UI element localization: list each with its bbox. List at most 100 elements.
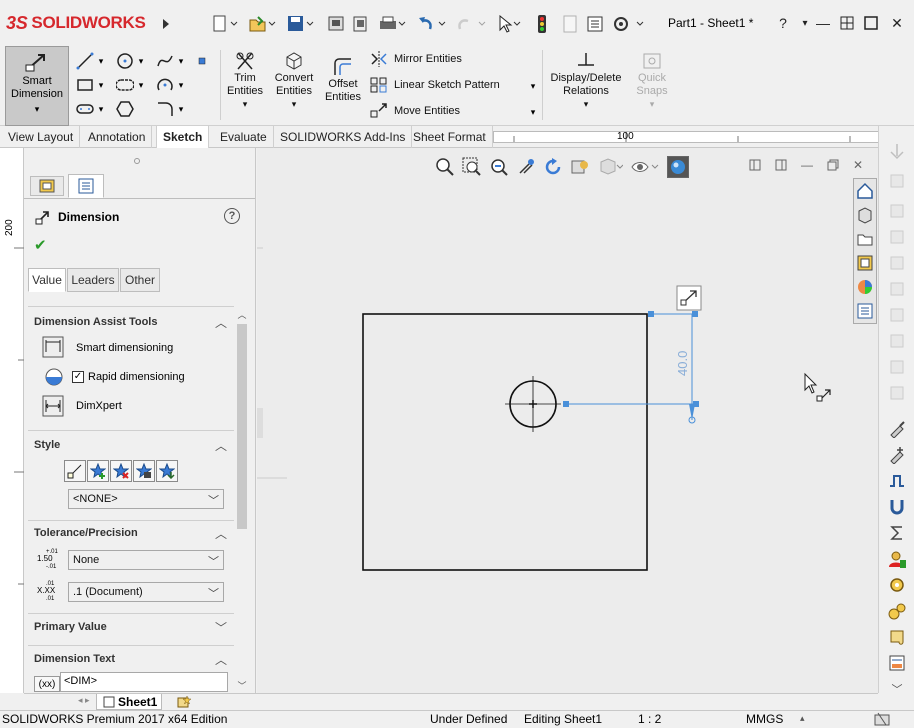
sigma-icon[interactable] bbox=[886, 522, 908, 544]
scroll-down-icon[interactable]: ﹀ bbox=[236, 679, 248, 693]
linear-pattern-dropdown-icon[interactable]: ▾ bbox=[528, 77, 538, 95]
view-palette-icon[interactable] bbox=[854, 251, 876, 275]
units-dropdown-icon[interactable]: ▴ bbox=[800, 713, 805, 724]
sheet-nav-arrows[interactable]: ◂ ▸ bbox=[78, 695, 90, 706]
collapse-chevron-icon[interactable]: ︿ bbox=[214, 652, 228, 667]
quick-snaps-button[interactable]: Quick Snaps ▾ bbox=[630, 50, 674, 111]
convert-dropdown-icon[interactable]: ▾ bbox=[292, 98, 297, 111]
dimxpert-option[interactable]: DimXpert bbox=[76, 400, 122, 412]
view-cube-icon[interactable] bbox=[886, 304, 908, 326]
close-button[interactable]: ✕ bbox=[886, 12, 908, 34]
open-document-icon[interactable] bbox=[246, 13, 278, 35]
save-style-icon[interactable] bbox=[133, 460, 155, 482]
help-circle-icon[interactable]: ? bbox=[224, 208, 240, 224]
linear-sketch-pattern-button[interactable]: Linear Sketch Pattern bbox=[370, 77, 500, 93]
mirror-entities-button[interactable]: Mirror Entities bbox=[370, 51, 462, 67]
anchor-icon[interactable] bbox=[886, 140, 908, 162]
arc-icon[interactable] bbox=[156, 76, 174, 94]
straight-slot-dropdown-icon[interactable]: ▾ bbox=[96, 100, 106, 118]
undo-icon[interactable] bbox=[414, 13, 448, 35]
primary-value-header[interactable]: Primary Value bbox=[34, 618, 234, 636]
line-dropdown-icon[interactable]: ▾ bbox=[96, 52, 106, 70]
rebuild-traffic-light-icon[interactable] bbox=[534, 13, 550, 35]
grip-handle[interactable] bbox=[563, 401, 569, 407]
move-entities-button[interactable]: Move Entities bbox=[370, 103, 460, 119]
scroll-paper-icon[interactable] bbox=[886, 626, 908, 648]
precision-select[interactable]: .1 (Document) ﹀ bbox=[68, 582, 224, 602]
zoom-to-fit-icon[interactable] bbox=[435, 157, 455, 177]
dimension-text-header[interactable]: Dimension Text bbox=[34, 650, 234, 668]
collapse-chevron-icon[interactable]: ︿ bbox=[214, 315, 228, 330]
custom-properties-icon[interactable] bbox=[854, 299, 876, 323]
relations-dropdown-icon[interactable]: ▾ bbox=[584, 98, 589, 111]
property-manager-tab[interactable] bbox=[68, 174, 104, 198]
view-cube-icon[interactable] bbox=[886, 382, 908, 404]
minimize-button[interactable]: — bbox=[812, 12, 834, 34]
new-document-icon[interactable] bbox=[210, 13, 240, 35]
gear-tools-icon[interactable] bbox=[886, 574, 908, 596]
tab-view-layout[interactable]: View Layout bbox=[2, 126, 81, 148]
spline-icon[interactable] bbox=[156, 52, 174, 70]
slot-icon[interactable] bbox=[116, 76, 134, 94]
dimension-value-text[interactable]: 40.0 bbox=[675, 351, 690, 376]
view-cube-icon[interactable] bbox=[886, 356, 908, 378]
restore-button[interactable] bbox=[836, 12, 858, 34]
convert-entities-button[interactable]: Convert Entities ▾ bbox=[270, 50, 318, 111]
slot-dropdown-icon[interactable]: ▾ bbox=[136, 76, 146, 94]
straight-slot-icon[interactable] bbox=[76, 100, 94, 118]
sheet-tab-sheet1[interactable]: Sheet1 bbox=[96, 694, 162, 710]
dimension-text-symbol-icon[interactable]: (xx) bbox=[34, 676, 60, 692]
redo-icon[interactable] bbox=[454, 13, 488, 35]
panel-splitter[interactable] bbox=[257, 408, 263, 438]
spline-dropdown-icon[interactable]: ▾ bbox=[176, 52, 186, 70]
units-text[interactable]: MMGS bbox=[746, 712, 783, 726]
options-list-icon[interactable] bbox=[584, 13, 606, 35]
solidworks-logo[interactable]: 3S SOLIDWORKS bbox=[6, 10, 146, 36]
view-cube-icon[interactable] bbox=[886, 200, 908, 222]
redraw-icon[interactable] bbox=[543, 157, 563, 177]
tab-solidworks-add-ins[interactable]: SOLIDWORKS Add-Ins bbox=[274, 126, 413, 148]
smart-dimension-dropdown-icon[interactable]: ▾ bbox=[35, 103, 40, 116]
view-cube-icon[interactable] bbox=[886, 278, 908, 300]
quick-snaps-dropdown-icon[interactable]: ▾ bbox=[650, 98, 655, 111]
graphics-area[interactable]: 40.0 — ✕ bbox=[257, 148, 878, 693]
add-sheet-icon[interactable] bbox=[174, 694, 194, 710]
print-preview-icon[interactable] bbox=[326, 13, 346, 35]
viewport-split-right-icon[interactable] bbox=[775, 159, 787, 171]
feature-manager-tab[interactable] bbox=[30, 176, 64, 196]
load-style-icon[interactable] bbox=[156, 460, 178, 482]
viewport-close-icon[interactable]: ✕ bbox=[853, 158, 863, 172]
grip-handle[interactable] bbox=[648, 311, 654, 317]
arc-dropdown-icon[interactable]: ▾ bbox=[176, 76, 186, 94]
flashlight-icon[interactable] bbox=[886, 418, 908, 440]
ok-checkmark-icon[interactable]: ✔ bbox=[34, 236, 47, 254]
list-palette-icon[interactable] bbox=[886, 652, 908, 674]
file-explorer-icon[interactable] bbox=[854, 227, 876, 251]
dimension-text-input[interactable]: <DIM> bbox=[60, 672, 228, 692]
subtab-leaders[interactable]: Leaders bbox=[67, 268, 119, 292]
tolerance-type-select[interactable]: None ﹀ bbox=[68, 550, 224, 570]
fillet-dropdown-icon[interactable]: ▾ bbox=[176, 100, 186, 118]
rectangle-dropdown-icon[interactable]: ▾ bbox=[96, 76, 106, 94]
circle-dropdown-icon[interactable]: ▾ bbox=[136, 52, 146, 70]
subtab-value[interactable]: Value bbox=[28, 268, 66, 292]
collapse-chevron-icon[interactable]: ︿ bbox=[214, 526, 228, 541]
gears-icon[interactable] bbox=[886, 600, 908, 622]
trim-entities-button[interactable]: Trim Entities ▾ bbox=[224, 50, 266, 111]
edit-appearance-icon[interactable] bbox=[570, 157, 590, 177]
sketch-fillet-icon[interactable] bbox=[156, 100, 174, 118]
hide-show-items-icon[interactable] bbox=[630, 157, 660, 177]
view-cube-icon[interactable] bbox=[886, 226, 908, 248]
delete-style-icon[interactable] bbox=[110, 460, 132, 482]
circle-icon[interactable] bbox=[116, 52, 134, 70]
view-cube-icon[interactable] bbox=[886, 330, 908, 352]
grip-handle[interactable] bbox=[693, 401, 699, 407]
file-properties-icon[interactable] bbox=[560, 13, 580, 35]
subtab-other[interactable]: Other bbox=[120, 268, 160, 292]
polygon-icon[interactable] bbox=[116, 100, 134, 118]
viewport-minimize-icon[interactable]: — bbox=[801, 158, 813, 172]
status-options-icon[interactable] bbox=[874, 712, 890, 728]
add-style-icon[interactable] bbox=[87, 460, 109, 482]
scale-text[interactable]: 1 : 2 bbox=[638, 712, 661, 726]
dimension-assist-tools-header[interactable]: Dimension Assist Tools bbox=[34, 313, 234, 331]
